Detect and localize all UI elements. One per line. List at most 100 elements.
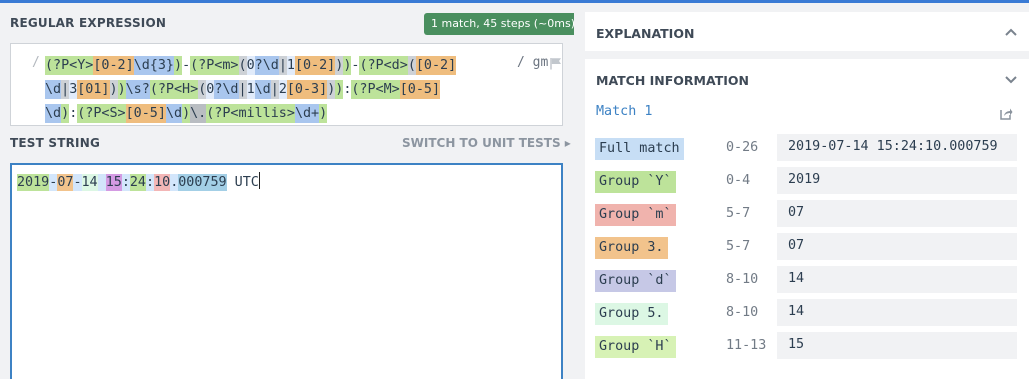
regex-token: ) [174, 56, 183, 75]
group-range: 5-7 [726, 239, 751, 254]
info-pane: EXPLANATION MATCH INFORMATION Match 1 Fu… [574, 3, 1029, 379]
regex-token: \d [165, 104, 183, 123]
test-string-segment: 14 [81, 174, 98, 191]
test-string-segment: 10 [154, 174, 171, 191]
regex-token: 0 [246, 56, 255, 75]
regex-flags-button[interactable]: / gm [517, 55, 548, 70]
group-value[interactable]: 14 [777, 299, 1017, 326]
regex-token: [01] [77, 80, 110, 99]
regex-token: [0-5] [399, 80, 441, 99]
regex-token: ( [238, 56, 247, 75]
test-string-segment: - [73, 174, 82, 191]
test-string-segment: 000759 [178, 174, 227, 191]
regex-token: [0-2] [294, 56, 336, 75]
flag-icon[interactable] [549, 57, 563, 70]
regex-token: [0-3] [286, 80, 328, 99]
regex-token: (?P<millis> [206, 104, 295, 123]
group-value[interactable]: 14 [777, 266, 1017, 293]
regex-token: ( [407, 56, 416, 75]
match-group-row: Group `H` 11-13 15 [585, 332, 1029, 365]
regex-token: \. [190, 104, 207, 123]
regex-token: | [61, 80, 70, 99]
regex-token: ) [109, 80, 118, 99]
test-string-input[interactable]: 2019-07-14 15:24:10.000759 UTC [17, 172, 260, 193]
test-string-segment: UTC [226, 175, 259, 190]
match-status-badge: 1 match, 45 steps (~0ms) [424, 13, 583, 35]
regex-token: 2 [278, 80, 287, 99]
test-string-segment: 15 [105, 174, 122, 191]
regex-token: 1 [286, 56, 295, 75]
regex-token: ) [117, 80, 126, 99]
test-string-segment: 07 [57, 174, 74, 191]
test-string-segment: 2019 [17, 174, 50, 191]
regex-token: | [278, 56, 287, 75]
switch-to-unit-tests-link[interactable]: SWITCH TO UNIT TESTS ▸ [402, 136, 571, 150]
group-name: Full match [595, 138, 684, 160]
group-value[interactable]: 07 [777, 233, 1017, 260]
regex-token: (?P<M> [351, 80, 400, 99]
group-name: Group `H` [595, 336, 676, 358]
regex-token: (?P<Y> [45, 56, 94, 75]
chevron-up-icon[interactable] [1005, 28, 1017, 36]
group-range: 8-10 [726, 305, 759, 320]
regex-token: \d [262, 56, 279, 75]
group-value[interactable]: 15 [777, 332, 1017, 359]
group-name: Group `m` [595, 204, 676, 226]
group-name: Group 5. [595, 303, 668, 325]
group-range: 11-13 [726, 338, 767, 353]
text-caret [258, 172, 260, 189]
regex-token: [0-5] [125, 104, 166, 123]
test-string-segment: 24 [129, 174, 146, 191]
match-group-row: Group 3. 5-7 07 [585, 233, 1029, 266]
regex-token: [0-2] [93, 56, 134, 75]
share-icon[interactable] [1000, 107, 1013, 120]
match-group-row: Full match 0-26 2019-07-14 15:24:10.000759 [585, 134, 1029, 167]
regex-token: \d [45, 104, 62, 123]
match-group-row: Group `d` 8-10 14 [585, 266, 1029, 299]
regex-token: ) [319, 104, 328, 123]
regex-token: ) [182, 104, 191, 123]
explanation-panel[interactable]: EXPLANATION [585, 12, 1029, 51]
regex-token: ? [254, 56, 263, 75]
regex-token: \d{3} [133, 56, 174, 75]
test-section-title: TEST STRING [10, 136, 101, 150]
regex-token: (?P<m> [190, 56, 239, 75]
match-label: Match 1 [596, 104, 653, 119]
group-range: 0-26 [726, 140, 759, 155]
group-value[interactable]: 2019-07-14 15:24:10.000759 [777, 134, 1017, 161]
regex-editor[interactable]: / (?P<Y>[0-2]\d{3})-(?P<m>(0?\d|1[0-2]))… [10, 43, 563, 126]
match-group-row: Group `m` 5-7 07 [585, 200, 1029, 233]
regex-open-delimiter: / [32, 55, 40, 70]
test-string-segment: : [121, 174, 130, 191]
regex-token: \d [222, 80, 239, 99]
regex-token: \d+ [294, 104, 320, 123]
test-string-editor[interactable]: 2019-07-14 15:24:10.000759 UTC [10, 163, 563, 379]
group-name: Group `d` [595, 270, 676, 292]
regex-token: (?P<d> [359, 56, 408, 75]
explanation-title: EXPLANATION [596, 26, 695, 41]
regex-token: ) [61, 104, 70, 123]
regex-token: | [270, 80, 279, 99]
test-string-segment: : [146, 174, 155, 191]
regex-token: | [238, 80, 247, 99]
group-range: 0-4 [726, 173, 751, 188]
group-value[interactable]: 07 [777, 200, 1017, 227]
group-name: Group `Y` [595, 171, 676, 193]
regex-token: - [182, 58, 191, 73]
regex-token: \d [45, 80, 62, 99]
group-value[interactable]: 2019 [777, 167, 1017, 194]
regex-section-title: REGULAR EXPRESSION [10, 16, 167, 30]
match-group-row: Group 5. 8-10 14 [585, 299, 1029, 332]
regex-token: [0-2] [415, 56, 457, 75]
group-name: Group 3. [595, 237, 668, 259]
regex-token: (?P<H> [149, 80, 199, 99]
group-range: 5-7 [726, 206, 751, 221]
editor-pane: REGULAR EXPRESSION 1 match, 45 steps (~0… [0, 3, 583, 379]
regex-token: (?P<S> [77, 104, 126, 123]
regex-token: \s? [125, 80, 150, 99]
regex-input[interactable]: (?P<Y>[0-2]\d{3})-(?P<m>(0?\d|1[0-2]))-(… [45, 54, 465, 126]
regex-token: 1 [246, 80, 255, 99]
group-range: 8-10 [726, 272, 759, 287]
test-string-segment [97, 174, 106, 191]
match-group-row: Group `Y` 0-4 2019 [585, 167, 1029, 200]
